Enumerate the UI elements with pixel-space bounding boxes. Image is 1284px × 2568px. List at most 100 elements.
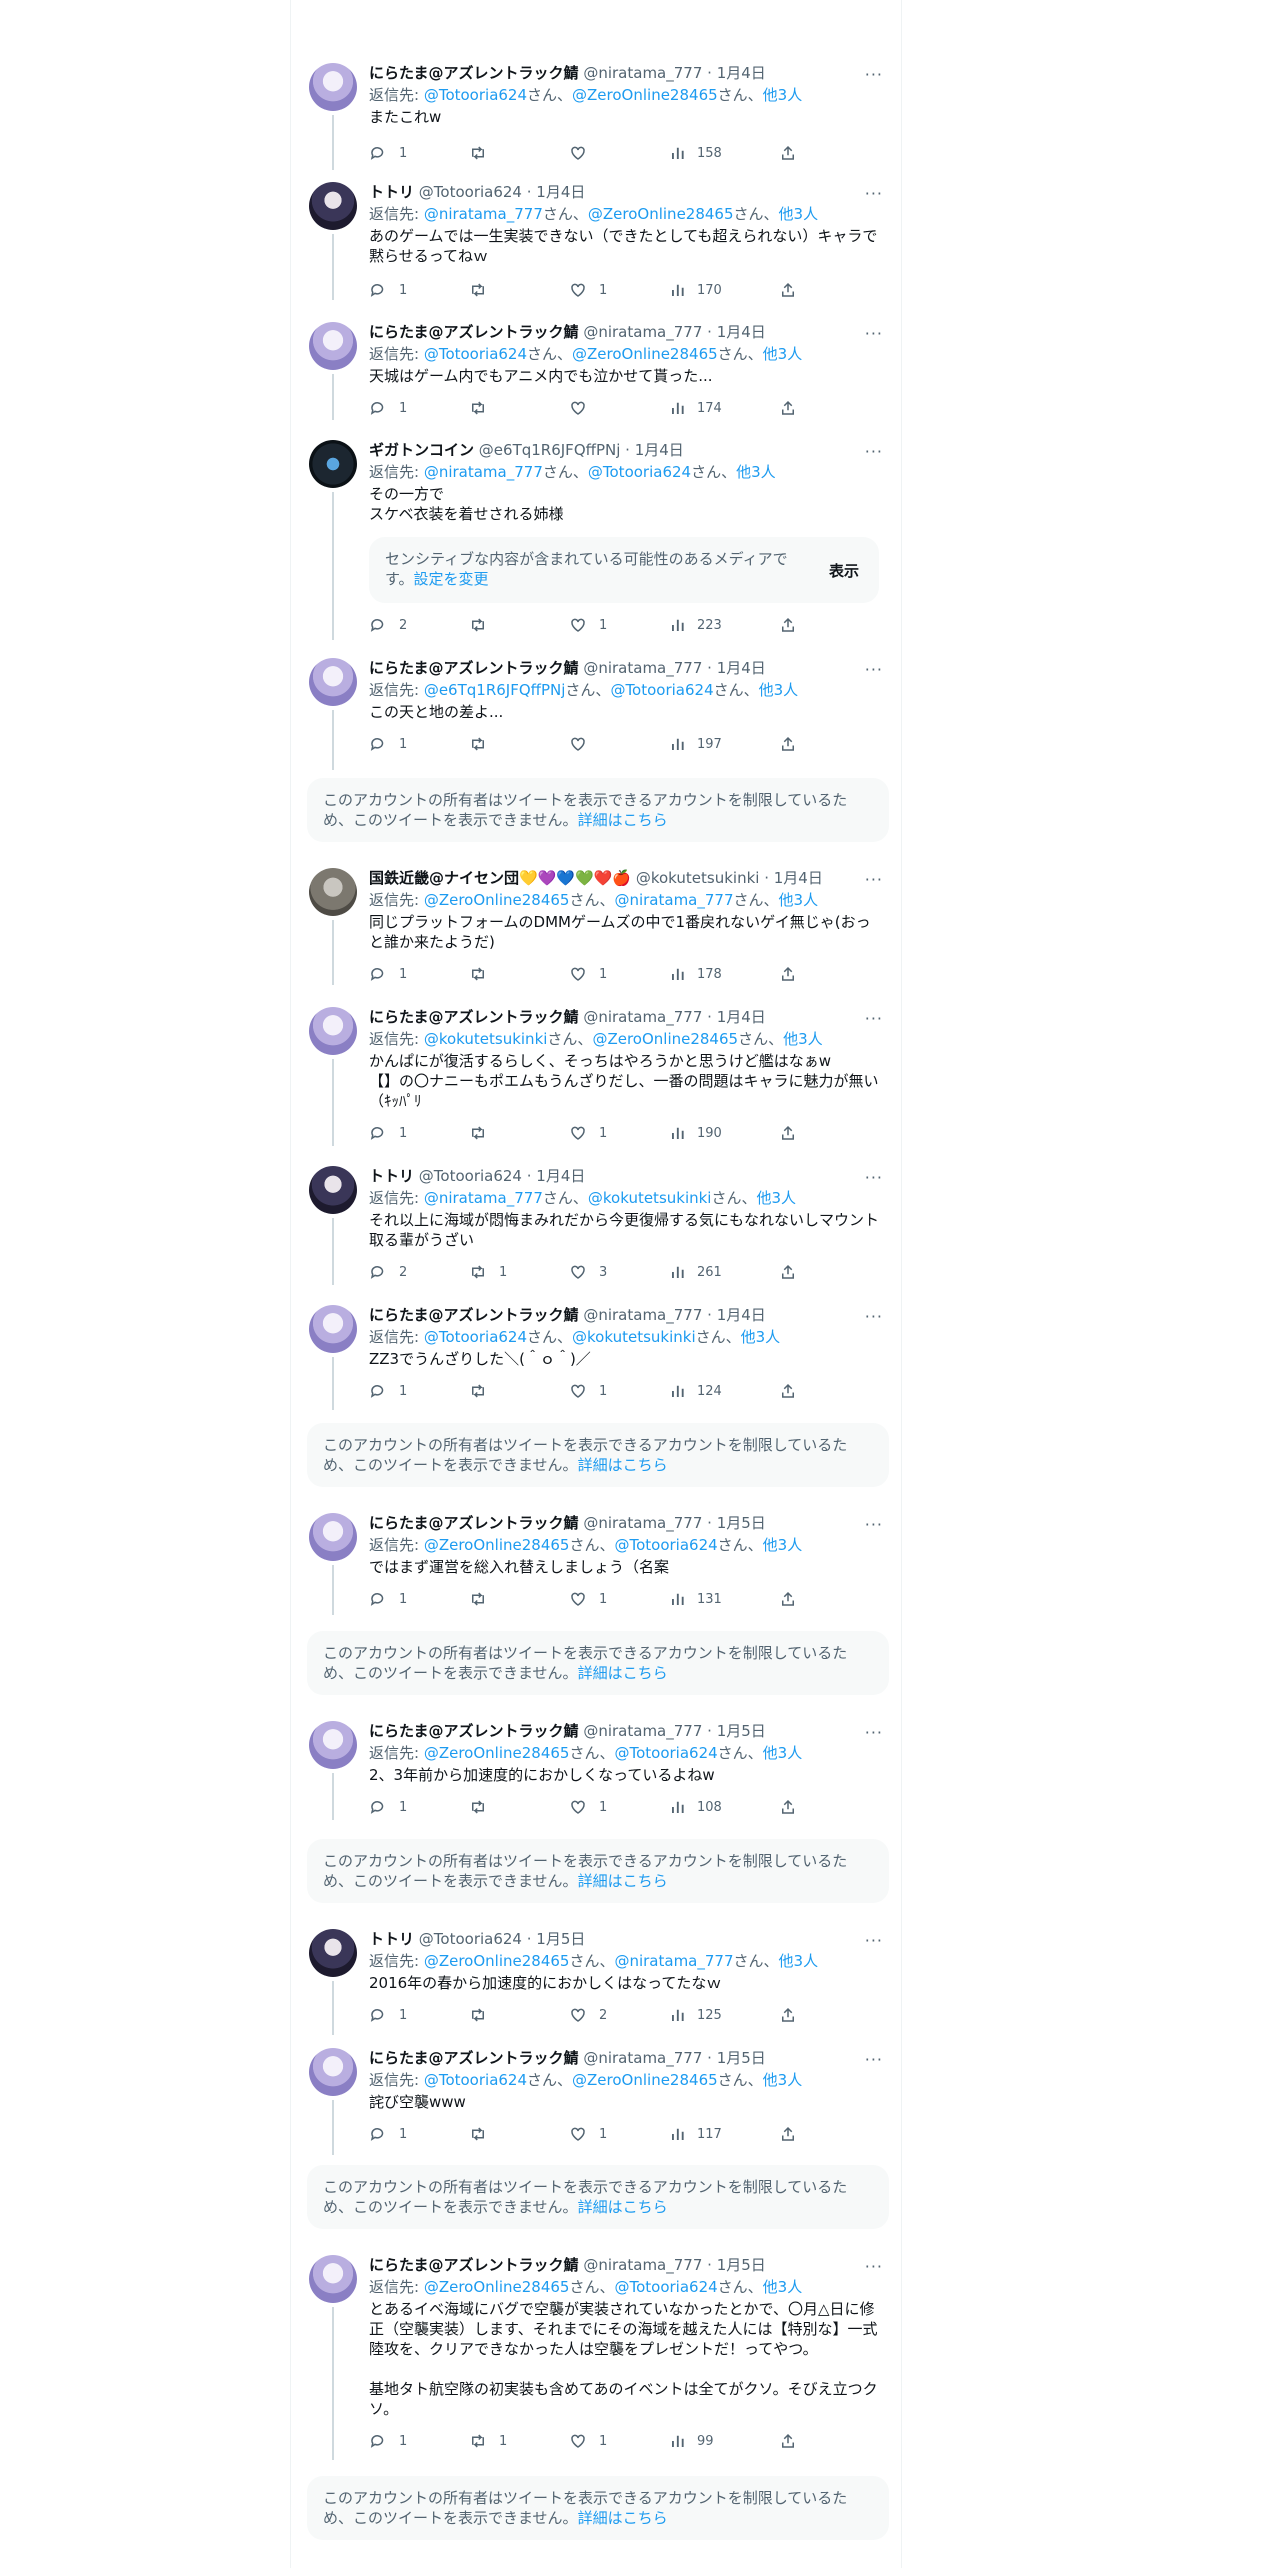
details-link[interactable]: 詳細はこちら bbox=[578, 1456, 668, 1474]
mention-link[interactable]: @niratama_777 bbox=[614, 1952, 733, 1970]
details-link[interactable]: 詳細はこちら bbox=[578, 1664, 668, 1682]
more-icon[interactable]: ··· bbox=[865, 2050, 883, 2069]
views-button[interactable]: 125 bbox=[669, 2005, 722, 2025]
avatar[interactable] bbox=[309, 1929, 357, 1977]
retweet-button[interactable] bbox=[469, 1589, 499, 1609]
like-button[interactable]: 1 bbox=[569, 964, 607, 984]
share-button[interactable] bbox=[779, 615, 809, 635]
handle-and-date[interactable]: @niratama_777 · 1月5日 bbox=[583, 1514, 765, 1532]
others-link[interactable]: 他3人 bbox=[741, 1328, 781, 1346]
like-button[interactable] bbox=[569, 398, 599, 418]
handle-and-date[interactable]: @Totooria624 · 1月4日 bbox=[419, 183, 586, 201]
handle-and-date[interactable]: @niratama_777 · 1月4日 bbox=[583, 659, 765, 677]
retweet-button[interactable] bbox=[469, 398, 499, 418]
details-link[interactable]: 詳細はこちら bbox=[578, 1872, 668, 1890]
avatar[interactable] bbox=[309, 182, 357, 230]
like-button[interactable]: 1 bbox=[569, 1381, 607, 1401]
reply-button[interactable]: 1 bbox=[369, 2005, 407, 2025]
handle-and-date[interactable]: @niratama_777 · 1月4日 bbox=[583, 64, 765, 82]
views-button[interactable]: 158 bbox=[669, 143, 722, 163]
more-icon[interactable]: ··· bbox=[865, 1723, 883, 1742]
show-button[interactable]: 表示 bbox=[829, 560, 859, 581]
mention-link[interactable]: @Totooria624 bbox=[614, 2278, 717, 2296]
views-button[interactable]: 197 bbox=[669, 734, 722, 754]
more-icon[interactable]: ··· bbox=[865, 1307, 883, 1326]
display-name[interactable]: ギガトンコイン bbox=[369, 441, 474, 459]
reply-button[interactable]: 1 bbox=[369, 280, 407, 300]
avatar[interactable] bbox=[309, 322, 357, 370]
display-name[interactable]: にらたま@アズレントラック鯖 bbox=[369, 1514, 579, 1532]
display-name[interactable]: にらたま@アズレントラック鯖 bbox=[369, 1306, 579, 1324]
more-icon[interactable]: ··· bbox=[865, 324, 883, 343]
share-button[interactable] bbox=[779, 1123, 809, 1143]
retweet-button[interactable] bbox=[469, 2005, 499, 2025]
retweet-button[interactable] bbox=[469, 1797, 499, 1817]
reply-button[interactable]: 1 bbox=[369, 964, 407, 984]
avatar[interactable] bbox=[309, 1513, 357, 1561]
more-icon[interactable]: ··· bbox=[865, 1931, 883, 1950]
retweet-button[interactable]: 1 bbox=[469, 1262, 507, 1282]
retweet-button[interactable] bbox=[469, 615, 499, 635]
mention-link[interactable]: @kokutetsukinki bbox=[424, 1030, 548, 1048]
mention-link[interactable]: @niratama_777 bbox=[424, 463, 543, 481]
avatar[interactable] bbox=[309, 1166, 357, 1214]
like-button[interactable]: 1 bbox=[569, 2431, 607, 2451]
others-link[interactable]: 他3人 bbox=[783, 1030, 823, 1048]
avatar[interactable] bbox=[309, 1721, 357, 1769]
retweet-button[interactable]: 1 bbox=[469, 2431, 507, 2451]
handle-and-date[interactable]: @niratama_777 · 1月4日 bbox=[583, 1008, 765, 1026]
share-button[interactable] bbox=[779, 2124, 809, 2144]
others-link[interactable]: 他3人 bbox=[757, 1189, 797, 1207]
reply-button[interactable]: 2 bbox=[369, 615, 407, 635]
handle-and-date[interactable]: @Totooria624 · 1月5日 bbox=[419, 1930, 586, 1948]
others-link[interactable]: 他3人 bbox=[763, 345, 803, 363]
details-link[interactable]: 詳細はこちら bbox=[578, 2509, 668, 2527]
mention-link[interactable]: @kokutetsukinki bbox=[572, 1328, 696, 1346]
share-button[interactable] bbox=[779, 398, 809, 418]
display-name[interactable]: にらたま@アズレントラック鯖 bbox=[369, 1008, 579, 1026]
mention-link[interactable]: @Totooria624 bbox=[424, 1328, 527, 1346]
display-name[interactable]: にらたま@アズレントラック鯖 bbox=[369, 2049, 579, 2067]
more-icon[interactable]: ··· bbox=[865, 65, 883, 84]
handle-and-date[interactable]: @kokutetsukinki · 1月4日 bbox=[636, 869, 823, 887]
retweet-button[interactable] bbox=[469, 2124, 499, 2144]
like-button[interactable] bbox=[569, 734, 599, 754]
others-link[interactable]: 他3人 bbox=[763, 86, 803, 104]
share-button[interactable] bbox=[779, 734, 809, 754]
share-button[interactable] bbox=[779, 2005, 809, 2025]
mention-link[interactable]: @Totooria624 bbox=[614, 1536, 717, 1554]
avatar[interactable] bbox=[309, 63, 357, 111]
display-name[interactable]: にらたま@アズレントラック鯖 bbox=[369, 64, 579, 82]
others-link[interactable]: 他3人 bbox=[763, 1744, 803, 1762]
change-settings-link[interactable]: 設定を変更 bbox=[414, 570, 489, 588]
avatar[interactable] bbox=[309, 440, 357, 488]
views-button[interactable]: 223 bbox=[669, 615, 722, 635]
mention-link[interactable]: @niratama_777 bbox=[424, 205, 543, 223]
retweet-button[interactable] bbox=[469, 1123, 499, 1143]
views-button[interactable]: 117 bbox=[669, 2124, 722, 2144]
mention-link[interactable]: @ZeroOnline28465 bbox=[572, 345, 718, 363]
display-name[interactable]: にらたま@アズレントラック鯖 bbox=[369, 659, 579, 677]
more-icon[interactable]: ··· bbox=[865, 184, 883, 203]
mention-link[interactable]: @e6Tq1R6JFQffPNj bbox=[424, 681, 566, 699]
views-button[interactable]: 174 bbox=[669, 398, 722, 418]
handle-and-date[interactable]: @niratama_777 · 1月4日 bbox=[583, 323, 765, 341]
display-name[interactable]: にらたま@アズレントラック鯖 bbox=[369, 323, 579, 341]
mention-link[interactable]: @ZeroOnline28465 bbox=[572, 86, 718, 104]
reply-button[interactable]: 1 bbox=[369, 1381, 407, 1401]
more-icon[interactable]: ··· bbox=[865, 1168, 883, 1187]
share-button[interactable] bbox=[779, 280, 809, 300]
reply-button[interactable]: 1 bbox=[369, 143, 407, 163]
like-button[interactable]: 2 bbox=[569, 2005, 607, 2025]
like-button[interactable]: 1 bbox=[569, 280, 607, 300]
share-button[interactable] bbox=[779, 1381, 809, 1401]
retweet-button[interactable] bbox=[469, 143, 499, 163]
reply-button[interactable]: 2 bbox=[369, 1262, 407, 1282]
mention-link[interactable]: @ZeroOnline28465 bbox=[424, 1536, 570, 1554]
avatar[interactable] bbox=[309, 868, 357, 916]
views-button[interactable]: 131 bbox=[669, 1589, 722, 1609]
share-button[interactable] bbox=[779, 143, 809, 163]
avatar[interactable] bbox=[309, 2048, 357, 2096]
handle-and-date[interactable]: @niratama_777 · 1月5日 bbox=[583, 1722, 765, 1740]
share-button[interactable] bbox=[779, 1262, 809, 1282]
